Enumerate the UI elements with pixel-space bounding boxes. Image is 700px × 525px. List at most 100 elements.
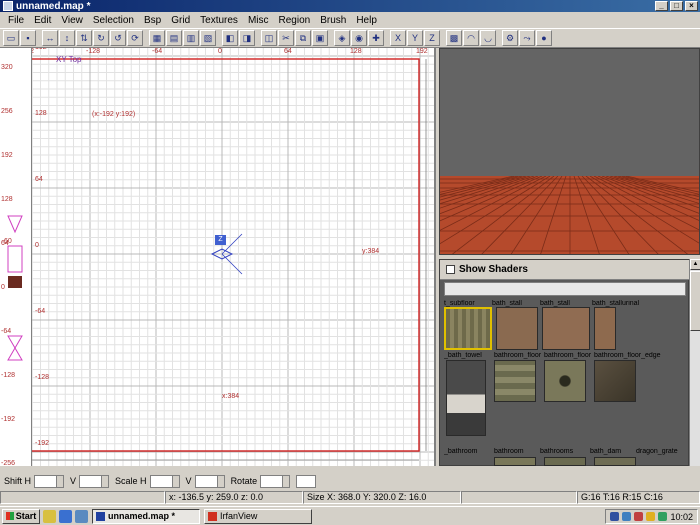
texture-scrollbar[interactable]: ▲ — [689, 259, 700, 466]
cubic-clip-icon[interactable]: ◈ — [334, 30, 350, 46]
menu-brush[interactable]: Brush — [315, 15, 351, 26]
minimize-button[interactable]: _ — [655, 1, 668, 11]
scale-x-icon[interactable]: X — [390, 30, 406, 46]
scale-v-spinner[interactable] — [194, 474, 225, 488]
change-views-icon[interactable]: ⧉ — [295, 30, 311, 46]
texture-thumb-subfloor[interactable] — [444, 307, 492, 350]
tray-volume-icon[interactable] — [646, 512, 656, 521]
texture-filter-input[interactable] — [444, 282, 686, 296]
texture-view-icon[interactable]: ▣ — [312, 30, 328, 46]
z-ruler-tick: 256 — [1, 108, 13, 115]
tray-status-icon[interactable] — [658, 512, 668, 521]
scale-z-icon[interactable]: Z — [424, 30, 440, 46]
close-button[interactable]: × — [685, 1, 698, 11]
browser-icon[interactable] — [59, 509, 72, 523]
tray-monitor-icon[interactable] — [610, 512, 620, 521]
shift-v-spinner[interactable] — [79, 474, 110, 488]
texture-thumb-row3[interactable] — [544, 457, 586, 466]
scale-h-spinner[interactable] — [149, 474, 180, 488]
select-partial-icon[interactable]: ▥ — [183, 30, 199, 46]
menu-grid[interactable]: Grid — [166, 15, 195, 26]
rotate-x-icon[interactable]: ↻ — [93, 30, 109, 46]
plugin-icon[interactable]: ⚙ — [502, 30, 518, 46]
menu-misc[interactable]: Misc — [243, 15, 274, 26]
texture-browser[interactable]: Show Shaders t_subfloor bath_stall bath_… — [439, 259, 690, 466]
start-button[interactable]: Start — [2, 508, 40, 524]
menu-view[interactable]: View — [56, 15, 88, 26]
menu-region[interactable]: Region — [274, 15, 316, 26]
texture-thumb-floor-edge[interactable] — [594, 360, 636, 402]
scale-y-icon[interactable]: Y — [407, 30, 423, 46]
scale-v-label: V — [185, 476, 192, 486]
camera-icon[interactable]: ◉ — [351, 30, 367, 46]
csg-merge-icon[interactable]: ◨ — [239, 30, 255, 46]
scroll-up-icon[interactable]: ▲ — [690, 259, 700, 270]
z-ruler-tick: 192 — [1, 152, 13, 159]
rotate-y-icon[interactable]: ↺ — [110, 30, 126, 46]
texture-name: bathroom_floor — [494, 352, 542, 359]
flip-z-icon[interactable]: ⇅ — [76, 30, 92, 46]
texture-thumb-stall[interactable] — [496, 307, 538, 350]
menu-file[interactable]: File — [3, 15, 29, 26]
flip-x-icon[interactable]: ↔ — [42, 30, 58, 46]
texture-thumb-urinal[interactable] — [594, 307, 616, 350]
select-touching-icon[interactable]: ▤ — [166, 30, 182, 46]
select-inside-icon[interactable]: ▧ — [200, 30, 216, 46]
task-irfanview[interactable]: IrfanView — [204, 508, 312, 524]
z-view-strip[interactable]: 60 320 256 192 128 64 0 -64 -128 -192 -256 — [0, 48, 32, 467]
clipper-icon[interactable]: ✂ — [278, 30, 294, 46]
tray-app-icon[interactable] — [634, 512, 644, 521]
texture-thumb-row3[interactable] — [594, 457, 636, 466]
open-icon[interactable]: ▭ — [3, 30, 19, 46]
select-complete-icon[interactable]: ▦ — [149, 30, 165, 46]
stop-icon[interactable]: ● — [536, 30, 552, 46]
texture-thumb-towel[interactable] — [446, 360, 486, 436]
task-radiant[interactable]: unnamed.map * — [92, 508, 200, 524]
view-label: XY Top — [56, 55, 82, 64]
texture-thumb-drain[interactable] — [544, 360, 586, 402]
xy-top-view[interactable]: XY Top (x:-192 y:192) x:384 y:384 Z -256… — [32, 48, 436, 466]
camera-view[interactable] — [439, 48, 700, 255]
texture-thumb-floor[interactable] — [494, 360, 536, 402]
rotate-spinner[interactable] — [260, 474, 291, 488]
y-axis-tick: 0 — [35, 242, 39, 249]
hollow-icon[interactable]: ◫ — [261, 30, 277, 46]
show-shaders-toggle[interactable]: Show Shaders — [440, 260, 690, 280]
z-marker-top-icon — [7, 215, 23, 234]
tray-network-icon[interactable] — [622, 512, 632, 521]
texture-thumb-row3[interactable] — [494, 457, 536, 466]
z-ruler-tick: -128 — [1, 372, 16, 379]
origin-z-icon[interactable]: Z — [215, 235, 226, 245]
path-icon[interactable]: ⤳ — [519, 30, 535, 46]
csg-subtract-icon[interactable]: ◧ — [222, 30, 238, 46]
menu-bsp[interactable]: Bsp — [139, 15, 166, 26]
scroll-thumb[interactable] — [690, 271, 700, 331]
radiant-icon — [96, 511, 105, 521]
menu-edit[interactable]: Edit — [29, 15, 56, 26]
texture-thumb-stall2[interactable] — [542, 307, 590, 350]
rotate-z-icon[interactable]: ⟳ — [127, 30, 143, 46]
texture-name: bathroom_floor — [544, 352, 592, 359]
show-shaders-checkbox[interactable] — [446, 265, 455, 274]
menu-selection[interactable]: Selection — [88, 15, 139, 26]
status-size: Size X: 368.0 Y: 320.0 Z: 16.0 — [303, 491, 461, 504]
shift-h-spinner[interactable] — [34, 474, 65, 488]
desktop-icon[interactable] — [43, 509, 56, 523]
explorer-icon[interactable] — [75, 509, 88, 523]
patch-bend-icon[interactable]: ◠ — [463, 30, 479, 46]
value-box[interactable] — [296, 474, 317, 488]
entity-icon[interactable]: ✚ — [368, 30, 384, 46]
flip-y-icon[interactable]: ↕ — [59, 30, 75, 46]
save-icon[interactable]: ▪ — [20, 30, 36, 46]
menu-help[interactable]: Help — [351, 15, 382, 26]
y-axis-tick: -192 — [35, 440, 50, 447]
maximize-button[interactable]: □ — [670, 1, 683, 11]
menu-textures[interactable]: Textures — [195, 15, 243, 26]
patch-icon[interactable]: ▩ — [446, 30, 462, 46]
texture-name: bath_dam — [590, 448, 622, 455]
patch-thicken-icon[interactable]: ◡ — [480, 30, 496, 46]
x-axis-tick: 128 — [350, 48, 362, 55]
app-icon[interactable] — [3, 1, 13, 11]
y-axis-tick: -64 — [35, 308, 46, 315]
brush-width-label: x:384 — [222, 393, 240, 400]
